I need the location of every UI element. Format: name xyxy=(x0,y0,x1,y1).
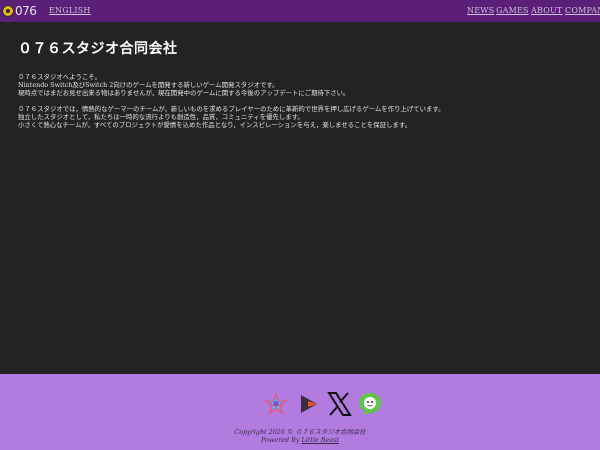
main-content: ０７６スタジオ合同会社 ０７６スタジオへようこそ。 Nintendo Switc… xyxy=(18,40,588,129)
nav-news[interactable]: NEWS xyxy=(467,6,494,16)
x-icon[interactable] xyxy=(326,391,352,417)
top-bar: 076 ENGLISH NEWS GAMES ABOUT COMPANY xyxy=(0,0,600,22)
nav-company[interactable]: COMPANY xyxy=(565,6,600,16)
powered-by-link[interactable]: Little Beast xyxy=(302,436,339,444)
logo-ring-icon xyxy=(2,5,14,17)
page-title: ０７６スタジオ合同会社 xyxy=(18,40,588,58)
site-logo[interactable]: 076 xyxy=(2,3,42,19)
intro-line-2: Nintendo Switch及びSwitch 2向けのゲームを開発する新しいゲ… xyxy=(18,81,588,89)
about-line-1: ０７６スタジオでは，情熱的なゲーマーのチームが，新しいものを求めるプレイヤーのた… xyxy=(18,105,588,113)
copyright-text: Copyright 2026 © ０７６スタジオ合同会社 xyxy=(0,428,600,436)
about-line-2: 独立したスタジオとして，私たちは一時的な流行よりも創造性，品質，コミュニティを優… xyxy=(18,113,588,121)
nav-about[interactable]: ABOUT xyxy=(531,6,562,16)
intro-line-3: 現時点ではまだお見せ出来る物はありませんが，現在開発中のゲームに関する今後のアッ… xyxy=(18,89,588,97)
play-icon[interactable] xyxy=(296,391,322,417)
chat-icon[interactable] xyxy=(357,391,383,417)
powered-by: Powered By Little Beast xyxy=(0,436,600,444)
powered-by-label: Powered By xyxy=(261,436,299,444)
about-line-3: 小さくて熱心なチームが，すべてのプロジェクトが愛情を込めた作品となり，インスピレ… xyxy=(18,121,588,129)
language-link[interactable]: ENGLISH xyxy=(49,6,91,16)
logo-text: 076 xyxy=(15,3,36,19)
nav-games[interactable]: GAMES xyxy=(496,6,529,16)
intro-line-1: ０７６スタジオへようこそ。 xyxy=(18,73,588,81)
itch-icon[interactable] xyxy=(263,391,289,417)
